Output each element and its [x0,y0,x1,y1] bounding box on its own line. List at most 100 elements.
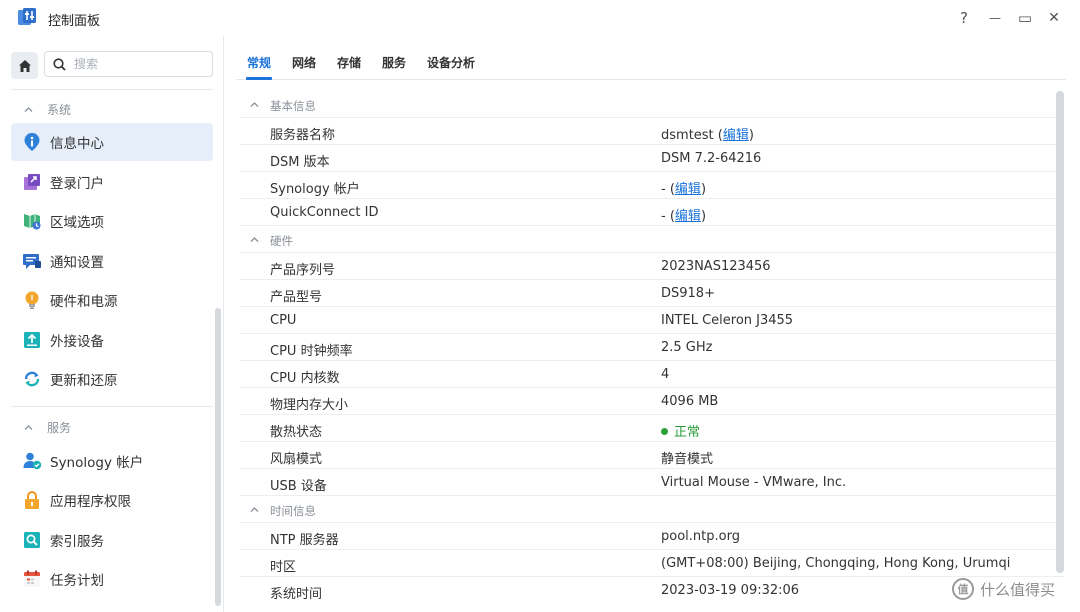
info-row: 时区 (GMT+08:00) Beijing, Chongqing, Hong … [240,550,1064,577]
info-label: CPU 内核数 [270,371,340,386]
info-row: NTP 服务器 pool.ntp.org [240,523,1064,550]
sidebar-item-notification[interactable]: 通知设置 [11,242,213,280]
maximize-icon: ▭ [1017,9,1033,27]
search-box[interactable] [44,51,213,77]
info-label: 物理内存大小 [270,398,349,413]
info-row: CPU 内核数 4 [240,361,1064,388]
tab-network[interactable]: 网络 [292,54,316,71]
group-basic-info[interactable]: 基本信息 [240,91,1064,118]
group-hardware[interactable]: 硬件 [240,226,1064,253]
group-time-info[interactable]: 时间信息 [240,496,1064,523]
info-label: USB 设备 [270,479,327,494]
info-row: CPU INTEL Celeron J3455 [240,307,1064,334]
info-row: 风扇模式 静音模式 [240,442,1064,469]
sidebar-divider [11,89,213,90]
info-label: 服务器名称 [270,128,336,143]
search-input[interactable] [74,57,204,71]
info-value: (GMT+08:00) Beijing, Chongqing, Hong Kon… [661,556,1011,571]
sidebar-item-info-center[interactable]: 信息中心 [11,123,213,161]
minimize-icon: — [989,11,1001,25]
info-label: NTP 服务器 [270,533,339,548]
info-label: 风扇模式 [270,452,323,467]
info-row: 物理内存大小 4096 MB [240,388,1064,415]
tab-general[interactable]: 常规 [247,54,271,71]
sidebar-item-label: 应用程序权限 [50,494,131,510]
title-bar: 控制面板 ? — ▭ ✕ [0,0,1080,36]
info-row: 系统时间 2023-03-19 09:32:06 [240,577,1064,604]
info-row: 产品型号 DS918+ [240,280,1064,307]
close-button[interactable]: ✕ [1041,6,1067,30]
info-label: 产品序列号 [270,263,336,278]
tab-storage[interactable]: 存储 [337,54,361,71]
quickconnect-value: - [661,209,666,224]
watermark-text: 什么值得买 [980,580,1056,599]
watermark: 值 什么值得买 [952,578,1055,600]
notification-icon [23,254,41,269]
synology-account-icon [23,452,42,470]
sidebar-item-login-portal[interactable]: 登录门户 [11,163,213,201]
window-title: 控制面板 [48,14,101,29]
info-value: INTEL Celeron J3455 [661,313,794,328]
tab-device-analysis[interactable]: 设备分析 [427,54,475,71]
sidebar-item-regional-options[interactable]: 区域选项 [11,202,213,240]
section-system-header[interactable]: 系统 [24,101,71,118]
chevron-up-icon [250,237,259,242]
home-icon [18,59,31,72]
sidebar-divider [11,406,213,407]
thermal-status-value: 正常 [674,425,701,440]
sidebar-item-label: 通知设置 [50,255,104,271]
help-icon: ? [960,9,968,27]
info-label: DSM 版本 [270,155,330,170]
sidebar-item-external-devices[interactable]: 外接设备 [11,321,213,359]
edit-server-name-link[interactable]: 编辑 [723,128,749,143]
watermark-logo: 值 [952,578,974,600]
sidebar-item-hardware-power[interactable]: 硬件和电源 [11,281,213,319]
hardware-power-icon [25,291,39,309]
sidebar-item-app-permission[interactable]: 应用程序权限 [11,481,213,519]
login-portal-icon [24,174,40,190]
sidebar-item-label: 外接设备 [50,334,104,350]
sidebar-item-label: 区域选项 [50,215,104,231]
info-label: Synology 帐户 [270,182,360,197]
info-label: CPU 时钟频率 [270,344,353,359]
chevron-up-icon [250,507,259,512]
info-value: - (编辑) [661,209,707,224]
info-label: 时区 [270,560,297,575]
info-row: DSM 版本 DSM 7.2-64216 [240,145,1064,172]
sidebar-item-synology-account[interactable]: Synology 帐户 [11,442,213,480]
chevron-up-icon [24,425,33,430]
sidebar-item-indexing-service[interactable]: 索引服务 [11,521,213,559]
update-restore-icon [24,371,40,387]
active-tab-indicator [246,77,272,80]
synology-account-value: - [661,182,666,197]
info-label: 系统时间 [270,587,323,602]
home-button[interactable] [11,52,38,79]
status-ok-dot [661,428,668,435]
info-value: pool.ntp.org [661,529,740,544]
tab-services[interactable]: 服务 [382,54,406,71]
info-icon [24,133,40,151]
close-icon: ✕ [1048,10,1060,26]
sidebar-item-label: 索引服务 [50,534,104,550]
edit-synology-account-link[interactable]: 编辑 [675,182,701,197]
sidebar-item-update-restore[interactable]: 更新和还原 [11,360,213,398]
info-row: 服务器名称 dsmtest (编辑) [240,118,1064,145]
edit-quickconnect-link[interactable]: 编辑 [675,209,701,224]
info-value: 2.5 GHz [661,340,713,355]
regional-options-icon [24,214,41,230]
sidebar-item-label: 任务计划 [50,573,104,589]
section-label: 系统 [47,103,72,117]
info-value: 正常 [661,421,700,440]
help-button[interactable]: ? [951,6,977,30]
content-scrollbar[interactable] [1056,91,1064,573]
info-value: 2023-03-19 09:32:06 [661,583,800,598]
maximize-button[interactable]: ▭ [1012,6,1038,30]
minimize-button[interactable]: — [982,6,1008,30]
info-value: 静音模式 [661,452,714,467]
sidebar-item-task-scheduler[interactable]: 任务计划 [11,560,213,598]
info-row: Synology 帐户 - (编辑) [240,172,1064,199]
tab-bar: 常规 网络 存储 服务 设备分析 [236,36,1066,80]
section-services-header[interactable]: 服务 [24,419,71,436]
info-label: 散热状态 [270,425,323,440]
sidebar-scrollbar[interactable] [215,308,221,606]
